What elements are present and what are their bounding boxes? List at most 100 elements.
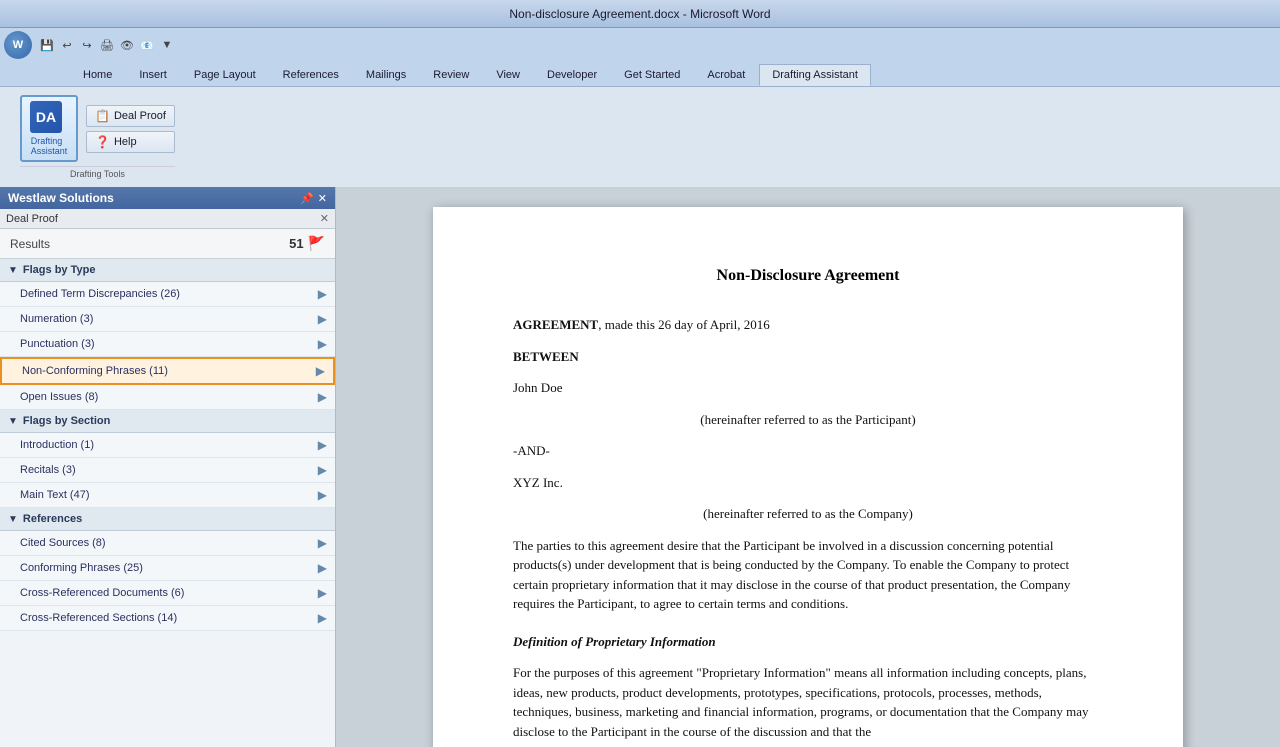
agreement-date: , made this 26 day of April, 2016	[598, 317, 770, 332]
collapse-icon-type: ▼	[8, 265, 18, 276]
qat-section: W 💾 ↩ ↪ 🖨 👁 📧 ▼	[0, 31, 180, 59]
non-conforming-arrow: ▶	[316, 364, 325, 378]
ribbon-tabs-row: Home Insert Page Layout References Maili…	[0, 62, 1280, 87]
top-bar: W 💾 ↩ ↪ 🖨 👁 📧 ▼	[0, 28, 1280, 62]
party2-role: (hereinafter referred to as the Company)	[513, 504, 1103, 524]
collapse-icon-section: ▼	[8, 416, 18, 427]
intro-paragraph: The parties to this agreement desire tha…	[513, 536, 1103, 614]
item-open-issues[interactable]: Open Issues (8) ▶	[0, 385, 335, 410]
item-non-conforming-phrases[interactable]: Non-Conforming Phrases (11) ▶	[0, 357, 335, 385]
deal-proof-label: Deal Proof	[114, 110, 166, 122]
deal-proof-icon: 📋	[95, 109, 110, 123]
drafting-assistant-button[interactable]: DA DraftingAssistant	[20, 95, 78, 162]
group-label-drafting-tools: Drafting Tools	[20, 166, 175, 179]
tab-acrobat[interactable]: Acrobat	[694, 64, 758, 86]
non-conforming-label: Non-Conforming Phrases (11)	[22, 365, 316, 377]
tab-home[interactable]: Home	[70, 64, 125, 86]
da-logo-icon: DA	[30, 101, 62, 133]
westlaw-header: Westlaw Solutions 📌 ✕	[0, 187, 335, 209]
recitals-arrow: ▶	[318, 463, 327, 477]
item-introduction[interactable]: Introduction (1) ▶	[0, 433, 335, 458]
document-body: AGREEMENT, made this 26 day of April, 20…	[513, 315, 1103, 741]
main-text-label: Main Text (47)	[20, 489, 318, 501]
introduction-arrow: ▶	[318, 438, 327, 452]
tab-developer[interactable]: Developer	[534, 64, 610, 86]
references-label: References	[23, 513, 82, 525]
help-label: Help	[114, 136, 137, 148]
help-icon: ❓	[95, 135, 110, 149]
party1-name: John Doe	[513, 378, 1103, 398]
defined-term-label: Defined Term Discrepancies (26)	[20, 288, 318, 300]
deal-proof-close-button[interactable]: ✕	[320, 212, 329, 225]
open-issues-arrow: ▶	[318, 390, 327, 404]
item-defined-term-discrepancies[interactable]: Defined Term Discrepancies (26) ▶	[0, 282, 335, 307]
deal-proof-button[interactable]: 📋 Deal Proof	[86, 105, 175, 127]
results-number: 51	[289, 236, 303, 251]
header-controls: 📌 ✕	[300, 192, 327, 205]
panel-content[interactable]: ▼ Flags by Type Defined Term Discrepanci…	[0, 259, 335, 747]
open-issues-label: Open Issues (8)	[20, 391, 318, 403]
office-orb[interactable]: W	[4, 31, 32, 59]
conforming-phrases-label: Conforming Phrases (25)	[20, 562, 318, 574]
qat-undo[interactable]: ↩	[58, 36, 76, 54]
document-area[interactable]: Non-Disclosure Agreement AGREEMENT, made…	[336, 187, 1280, 747]
panel-close-button[interactable]: ✕	[318, 192, 327, 205]
cross-referenced-sections-arrow: ▶	[318, 611, 327, 625]
deal-proof-title-bar: Deal Proof ✕	[0, 209, 335, 229]
collapse-icon-references: ▼	[8, 514, 18, 525]
cited-sources-arrow: ▶	[318, 536, 327, 550]
qat-print[interactable]: 🖨	[98, 36, 116, 54]
numeration-arrow: ▶	[318, 312, 327, 326]
item-main-text[interactable]: Main Text (47) ▶	[0, 483, 335, 508]
results-label: Results	[10, 237, 50, 251]
tab-get-started[interactable]: Get Started	[611, 64, 693, 86]
agreement-line: AGREEMENT, made this 26 day of April, 20…	[513, 315, 1103, 335]
cross-referenced-docs-arrow: ▶	[318, 586, 327, 600]
introduction-label: Introduction (1)	[20, 439, 318, 451]
cross-referenced-sections-label: Cross-Referenced Sections (14)	[20, 612, 318, 624]
document-title: Non-Disclosure Agreement	[513, 267, 1103, 285]
ribbon-content: DA DraftingAssistant 📋 Deal Proof ❓ Help…	[0, 87, 1280, 187]
qat-redo[interactable]: ↪	[78, 36, 96, 54]
tab-mailings[interactable]: Mailings	[353, 64, 419, 86]
flag-icon: 🚩	[308, 235, 325, 252]
tab-insert[interactable]: Insert	[126, 64, 180, 86]
flags-by-section-label: Flags by Section	[23, 415, 110, 427]
item-cross-referenced-sections[interactable]: Cross-Referenced Sections (14) ▶	[0, 606, 335, 631]
punctuation-arrow: ▶	[318, 337, 327, 351]
flags-by-type-label: Flags by Type	[23, 264, 96, 276]
tab-references[interactable]: References	[270, 64, 352, 86]
ribbon-group-drafting-tools: DA DraftingAssistant 📋 Deal Proof ❓ Help…	[8, 91, 187, 183]
conforming-phrases-arrow: ▶	[318, 561, 327, 575]
flags-by-type-header[interactable]: ▼ Flags by Type	[0, 259, 335, 282]
punctuation-label: Punctuation (3)	[20, 338, 318, 350]
panel-pin-button[interactable]: 📌	[300, 192, 314, 205]
help-button[interactable]: ❓ Help	[86, 131, 175, 153]
item-cross-referenced-docs[interactable]: Cross-Referenced Documents (6) ▶	[0, 581, 335, 606]
tab-drafting-assistant[interactable]: Drafting Assistant	[759, 64, 871, 86]
cited-sources-label: Cited Sources (8)	[20, 537, 318, 549]
references-header[interactable]: ▼ References	[0, 508, 335, 531]
tab-page-layout[interactable]: Page Layout	[181, 64, 269, 86]
party1-role: (hereinafter referred to as the Particip…	[513, 410, 1103, 430]
flags-by-section-header[interactable]: ▼ Flags by Section	[0, 410, 335, 433]
item-recitals[interactable]: Recitals (3) ▶	[0, 458, 335, 483]
item-cited-sources[interactable]: Cited Sources (8) ▶	[0, 531, 335, 556]
deal-proof-title: Deal Proof	[6, 213, 58, 225]
title-bar: Non-disclosure Agreement.docx - Microsof…	[0, 0, 1280, 28]
item-punctuation[interactable]: Punctuation (3) ▶	[0, 332, 335, 357]
qat-save[interactable]: 💾	[38, 36, 56, 54]
item-numeration[interactable]: Numeration (3) ▶	[0, 307, 335, 332]
main-text-arrow: ▶	[318, 488, 327, 502]
main-layout: Westlaw Solutions 📌 ✕ Deal Proof ✕ Resul…	[0, 187, 1280, 747]
tab-review[interactable]: Review	[420, 64, 482, 86]
item-conforming-phrases[interactable]: Conforming Phrases (25) ▶	[0, 556, 335, 581]
tab-view[interactable]: View	[483, 64, 533, 86]
between-bold: BETWEEN	[513, 349, 579, 364]
qat-preview[interactable]: 👁	[118, 36, 136, 54]
qat-more[interactable]: ▼	[158, 36, 176, 54]
westlaw-title: Westlaw Solutions	[8, 191, 114, 205]
and-text: -AND-	[513, 441, 1103, 461]
defined-term-arrow: ▶	[318, 287, 327, 301]
qat-email[interactable]: 📧	[138, 36, 156, 54]
